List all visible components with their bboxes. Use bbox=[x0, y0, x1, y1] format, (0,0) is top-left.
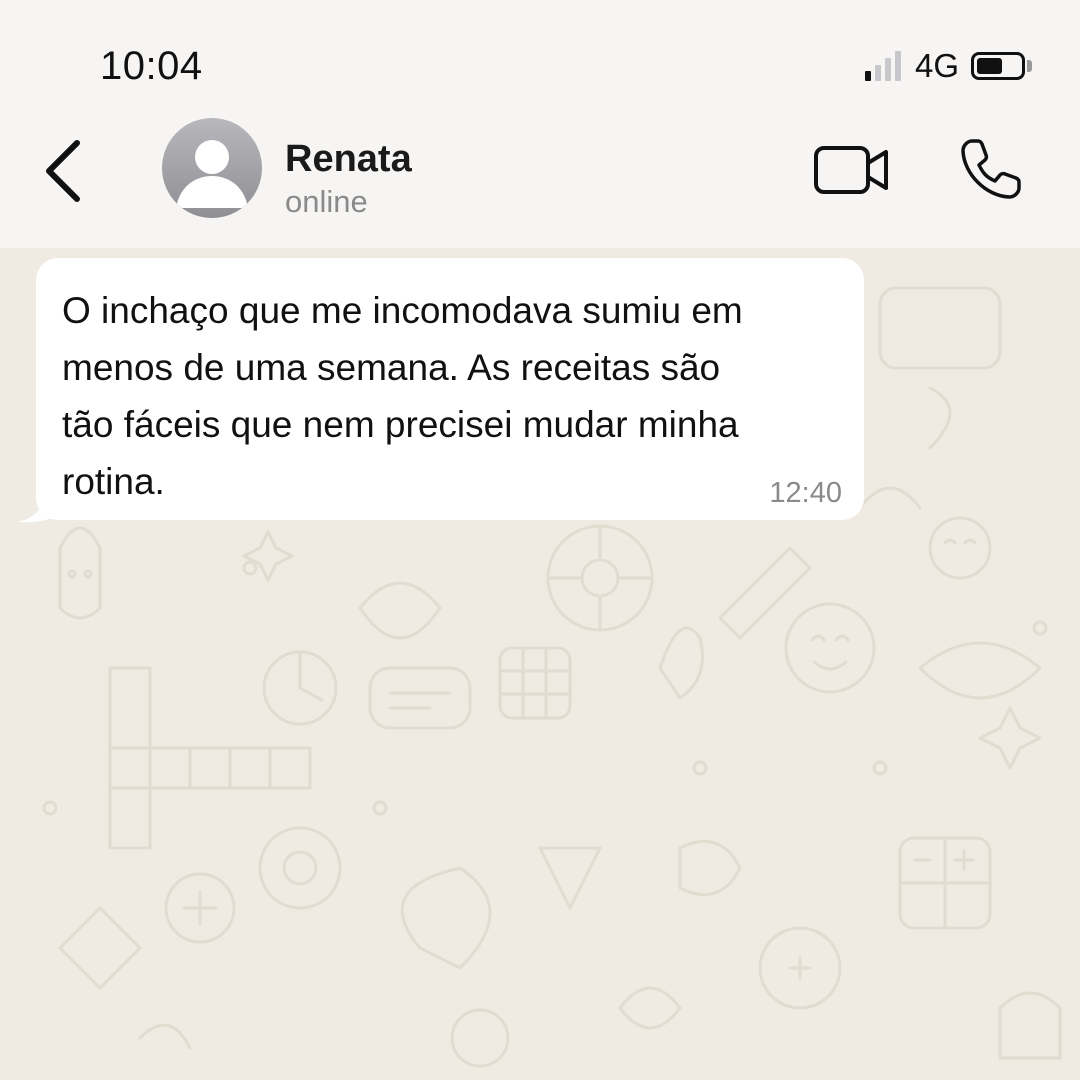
back-button[interactable] bbox=[38, 136, 88, 206]
video-call-button[interactable] bbox=[812, 140, 892, 200]
phone-icon bbox=[961, 139, 1021, 199]
network-type: 4G bbox=[914, 47, 959, 84]
chevron-left-icon bbox=[46, 140, 80, 202]
user-placeholder-icon bbox=[176, 140, 248, 208]
battery-icon bbox=[971, 52, 1025, 80]
message-text: O inchaço que me incomodava sumiu em men… bbox=[62, 290, 743, 502]
signal-strength-icon bbox=[864, 51, 901, 81]
avatar[interactable] bbox=[162, 118, 262, 218]
status-bar: 10:04 4G bbox=[0, 0, 1080, 110]
contact-name[interactable]: Renata bbox=[285, 138, 412, 181]
message-bubble-incoming[interactable]: O inchaço que me incomodava sumiu em men… bbox=[36, 258, 864, 520]
video-camera-icon bbox=[814, 146, 888, 194]
voice-call-button[interactable] bbox=[958, 136, 1024, 202]
chat-screen: 10:04 4G Renata online O inchaço que me … bbox=[0, 0, 1080, 1080]
contact-status: online bbox=[285, 184, 368, 219]
battery-tip bbox=[1027, 60, 1032, 72]
message-timestamp: 12:40 bbox=[769, 477, 842, 509]
bubble-tail bbox=[18, 502, 58, 523]
chat-area[interactable]: O inchaço que me incomodava sumiu em men… bbox=[0, 248, 1080, 1080]
status-time: 10:04 bbox=[100, 44, 203, 88]
status-indicators: 4G bbox=[864, 47, 1032, 84]
chat-header: Renata online bbox=[0, 110, 1080, 248]
